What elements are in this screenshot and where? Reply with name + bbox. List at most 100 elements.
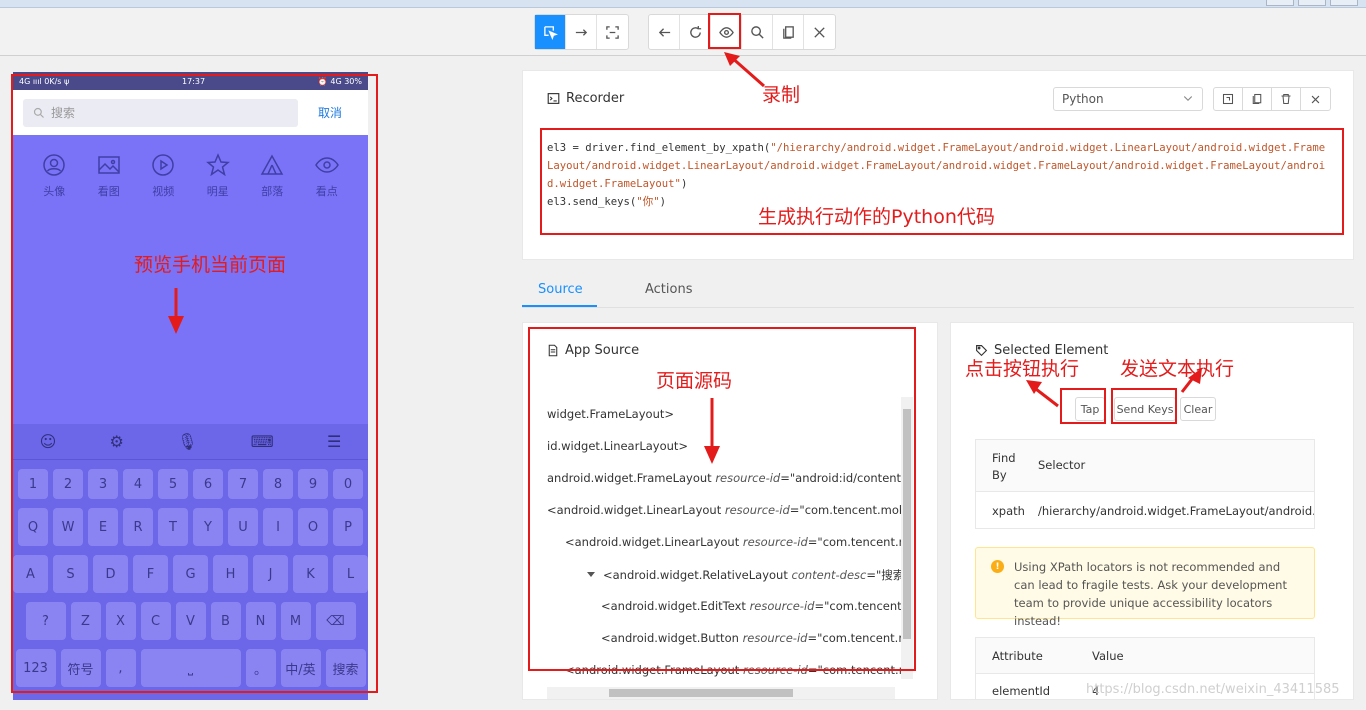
quick-item-avatar[interactable]: 头像 (42, 153, 66, 199)
keyboard-key[interactable]: ⌫ (315, 602, 356, 640)
keyboard-key[interactable]: X (105, 602, 136, 640)
xpath-warning: ! Using XPath locators is not recommende… (975, 547, 1315, 628)
scroll-thumb[interactable] (609, 689, 793, 697)
source-tree-node[interactable]: android.widget.FrameLayout resource-id="… (547, 471, 901, 485)
keyboard-key[interactable]: 2 (53, 469, 83, 499)
keyboard-key[interactable]: N (245, 602, 276, 640)
tap-button[interactable]: Tap (1075, 397, 1105, 421)
start-recording-button[interactable] (711, 15, 742, 49)
source-vertical-scrollbar[interactable] (901, 397, 913, 679)
keyboard-key[interactable]: Y (193, 508, 223, 546)
select-element-button[interactable] (535, 15, 566, 49)
keyboard-key[interactable]: D (93, 555, 128, 593)
quick-item-image[interactable]: 看图 (97, 153, 121, 199)
quick-item-star[interactable]: 明星 (205, 153, 230, 199)
keyboard-key[interactable]: B (210, 602, 241, 640)
keyboard-key[interactable]: H (213, 555, 248, 593)
source-tree-node[interactable]: id.widget.LinearLayout> (547, 439, 688, 453)
language-select[interactable]: Python (1053, 87, 1203, 111)
keyboard-key[interactable]: W (53, 508, 83, 546)
keyboard-key[interactable]: 6 (193, 469, 223, 499)
swipe-button[interactable] (566, 15, 597, 49)
keyboard-key[interactable]: R (123, 508, 153, 546)
maximize-button[interactable] (1298, 0, 1326, 6)
minimize-button[interactable] (1266, 0, 1294, 6)
keyboard-key[interactable]: ? (25, 602, 66, 640)
close-recorder-button[interactable] (1301, 88, 1330, 110)
keyboard-key[interactable]: K (293, 555, 328, 593)
source-tree-node[interactable]: widget.FrameLayout> (547, 407, 674, 421)
quick-item-video[interactable]: 视频 (151, 153, 175, 199)
keyboard-key[interactable]: J (253, 555, 288, 593)
source-tree-node[interactable]: <android.widget.RelativeLayout content-d… (587, 567, 901, 583)
tap-coordinates-button[interactable] (597, 15, 628, 49)
keyboard-key[interactable]: C (140, 602, 171, 640)
keyboard-key[interactable]: , (105, 649, 136, 687)
selector-value[interactable]: /hierarchy/android.widget.FrameLayout/an… (1038, 504, 1314, 518)
refresh-button[interactable] (680, 15, 711, 49)
node-tag: <android.widget.FrameLayout (565, 663, 743, 677)
source-tree-node[interactable]: <android.widget.Button resource-id="com.… (601, 631, 901, 645)
device-screenshot[interactable]: 4G ıııl 0K/s ψ 17:37 ⏰ 4G 30% 搜索 取消 头像 看图… (13, 72, 368, 700)
keyboard-key[interactable]: 。 (245, 649, 276, 687)
keyboard-key[interactable]: L (333, 555, 368, 593)
keyboard-key[interactable]: P (333, 508, 363, 546)
scroll-thumb[interactable] (903, 409, 911, 639)
source-tree-node[interactable]: <android.widget.EditText resource-id="co… (601, 599, 901, 613)
keyboard-key[interactable]: A (13, 555, 48, 593)
window-close-button[interactable] (1330, 0, 1358, 6)
keyboard-toolbar-item[interactable]: ☰ (327, 432, 341, 451)
keyboard-key[interactable]: 8 (263, 469, 293, 499)
quick-search-categories: 头像 看图 视频 明星 部落 看点 (13, 135, 368, 199)
phone-cancel-button[interactable]: 取消 (318, 104, 342, 121)
keyboard-key[interactable]: E (88, 508, 118, 546)
keyboard-toolbar-item[interactable]: ☺ (40, 432, 57, 451)
show-boilerplate-button[interactable] (1214, 88, 1243, 110)
keyboard-key[interactable]: G (173, 555, 208, 593)
keyboard-key[interactable]: 123 (15, 649, 56, 687)
keyboard-key[interactable]: 5 (158, 469, 188, 499)
source-tree-node[interactable]: <android.widget.FrameLayout resource-id=… (565, 663, 901, 677)
node-attr-name: content-desc (791, 568, 867, 582)
keyboard-key[interactable]: T (158, 508, 188, 546)
keyboard-key[interactable]: U (228, 508, 258, 546)
keyboard-key[interactable]: 中/英 (280, 649, 321, 687)
keyboard-key[interactable]: 1 (18, 469, 48, 499)
keyboard-toolbar-item[interactable]: 🎙 (177, 432, 197, 451)
keyboard-toolbar-item[interactable]: ⚙ (110, 432, 124, 451)
keyboard-key[interactable]: 4 (123, 469, 153, 499)
keyboard-key[interactable]: 7 (228, 469, 258, 499)
keyboard-key[interactable]: 9 (298, 469, 328, 499)
quick-item-tent[interactable]: 部落 (260, 153, 284, 199)
tab-source[interactable]: Source (538, 282, 583, 297)
copy-code-button[interactable] (1243, 88, 1272, 110)
source-tree-node[interactable]: <android.widget.LinearLayout resource-id… (565, 535, 901, 549)
keyboard-key[interactable]: O (298, 508, 328, 546)
clear-button[interactable]: Clear (1180, 397, 1216, 421)
keyboard-key[interactable]: I (263, 508, 293, 546)
keyboard-key[interactable]: Q (18, 508, 48, 546)
keyboard-key[interactable]: 符号 (60, 649, 101, 687)
quick-item-eye[interactable]: 看点 (314, 153, 339, 199)
search-elements-button[interactable] (742, 15, 773, 49)
phone-search-input[interactable]: 搜索 (23, 98, 298, 127)
keyboard-key[interactable]: M (280, 602, 311, 640)
keyboard-key[interactable]: 3 (88, 469, 118, 499)
clear-actions-button[interactable] (1272, 88, 1301, 110)
keyboard-key[interactable]: 0 (333, 469, 363, 499)
keyboard-key[interactable]: Z (70, 602, 101, 640)
keyboard-key[interactable]: S (53, 555, 88, 593)
send-keys-button[interactable]: Send Keys (1114, 397, 1176, 421)
keyboard-key[interactable]: ⎵ (140, 649, 241, 687)
copy-xml-button[interactable] (773, 15, 804, 49)
back-button[interactable] (649, 15, 680, 49)
keyboard-key[interactable]: F (133, 555, 168, 593)
keyboard-toolbar-item[interactable]: ⌨ (251, 432, 274, 451)
annotation-tap-exec: 点击按钮执行 (965, 358, 1080, 380)
tab-actions[interactable]: Actions (645, 282, 693, 297)
quit-session-button[interactable] (804, 15, 835, 49)
source-tree-node[interactable]: <android.widget.LinearLayout resource-id… (547, 503, 901, 517)
source-horizontal-scrollbar[interactable] (547, 687, 895, 699)
keyboard-key[interactable]: 搜索 (325, 649, 366, 687)
keyboard-key[interactable]: V (175, 602, 206, 640)
